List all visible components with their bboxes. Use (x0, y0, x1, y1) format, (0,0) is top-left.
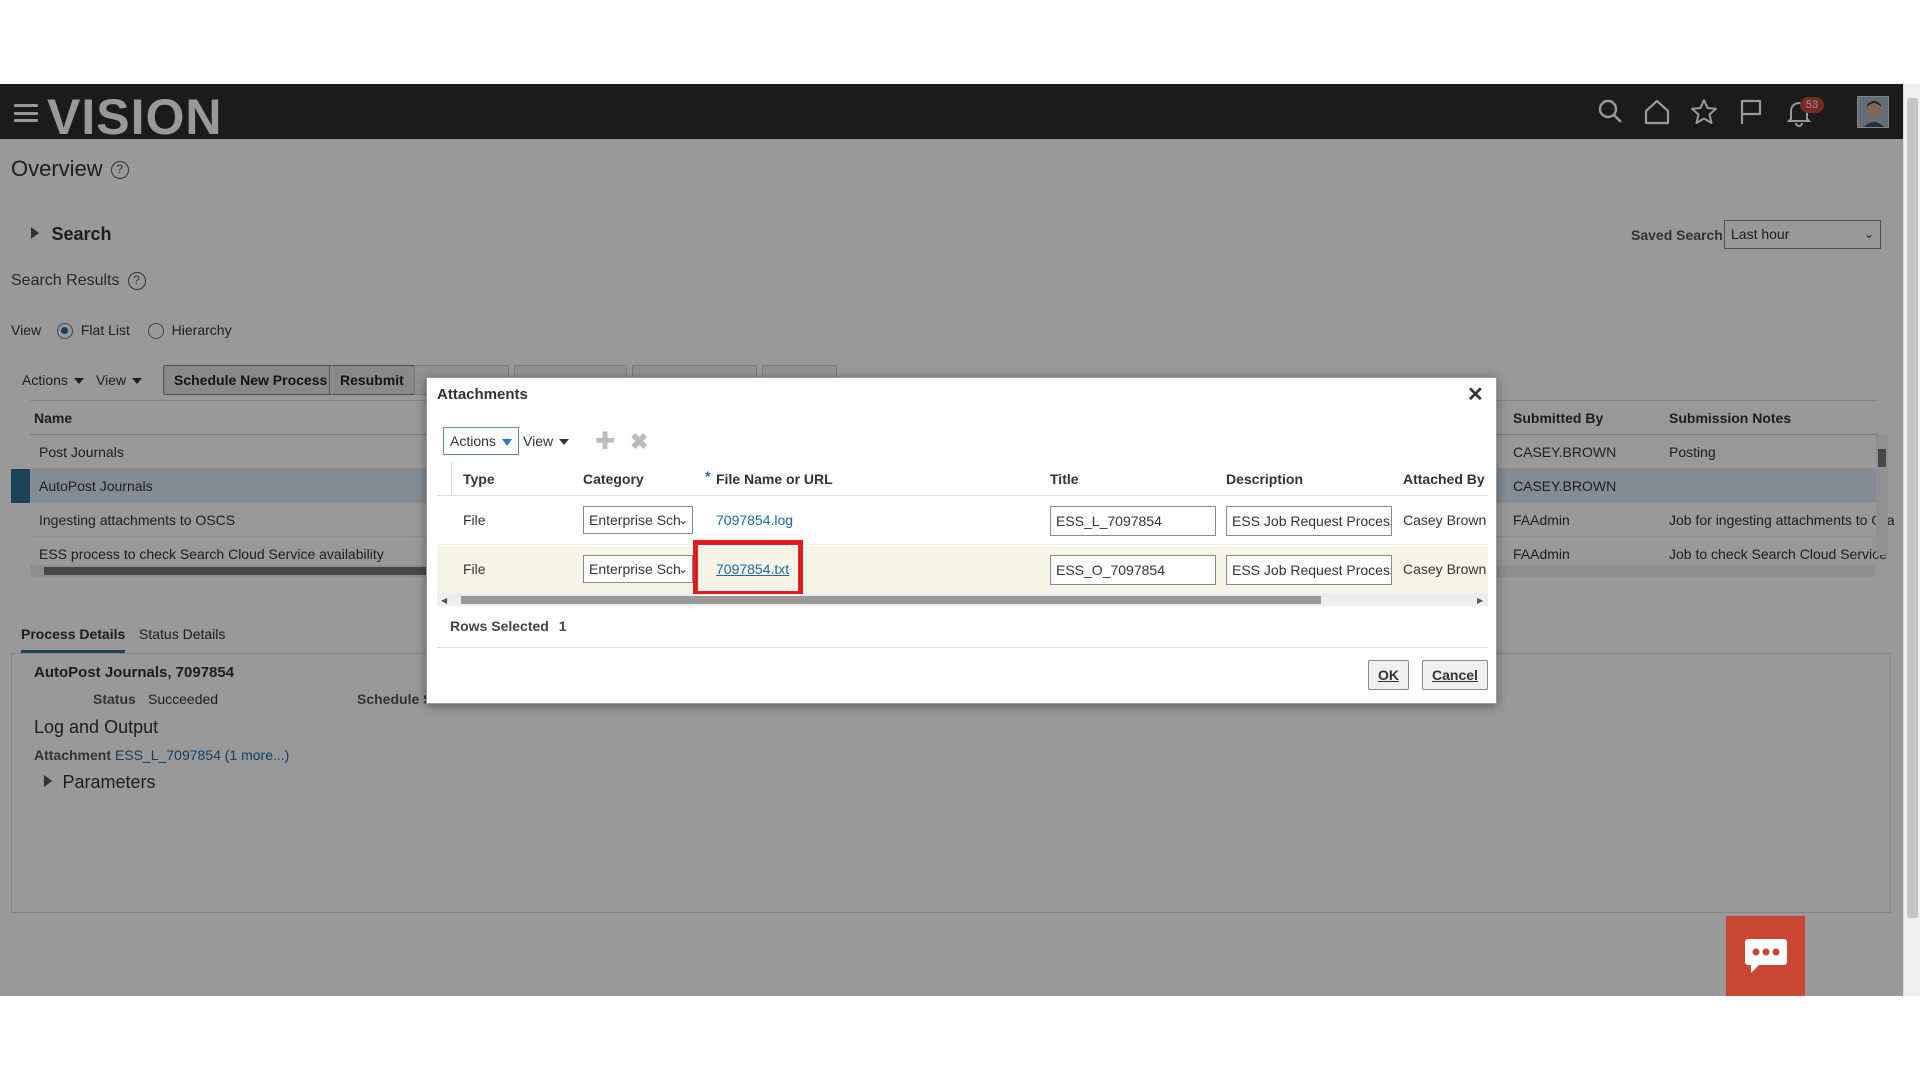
column-divider (451, 462, 452, 496)
dialog-actions-label: Actions (450, 433, 496, 449)
title-input[interactable]: ESS_L_7097854 (1050, 506, 1216, 536)
attachment-row[interactable]: File Enterprise Sch ⌄ 7097854.log ESS_L_7… (437, 497, 1488, 545)
highlight-box (693, 540, 803, 596)
category-select[interactable]: Enterprise Sch ⌄ (583, 506, 693, 534)
chevron-down-icon: ⌄ (677, 513, 688, 527)
cancel-button[interactable]: Cancel (1422, 660, 1488, 690)
rows-selected-value: 1 (558, 618, 567, 634)
chat-button[interactable] (1726, 916, 1805, 996)
attachments-dialog: Attachments ✕ Actions View ✚ ✖ Type Cate… (426, 377, 1497, 704)
category-select[interactable]: Enterprise Sch ⌄ (583, 555, 693, 583)
category-value: Enterprise Sch (589, 512, 681, 528)
scroll-thumb[interactable] (461, 596, 1321, 604)
chat-icon (1745, 939, 1787, 973)
column-header-description: Description (1226, 471, 1304, 487)
description-input[interactable]: ESS Job Request Process (1226, 555, 1392, 585)
title-input[interactable]: ESS_O_7097854 (1050, 555, 1216, 585)
attachments-table: Type Category * File Name or URL Title D… (437, 462, 1488, 594)
dialog-horizontal-scrollbar[interactable]: ◀ ▶ (437, 594, 1488, 606)
attachment-type: File (463, 561, 486, 577)
attachment-row-selected[interactable]: File Enterprise Sch ⌄ 7097854.txt ESS_O_7… (437, 546, 1488, 594)
required-marker: * (705, 468, 711, 484)
close-icon[interactable]: ✕ (1467, 382, 1484, 407)
delete-icon[interactable]: ✖ (630, 429, 648, 455)
ok-button[interactable]: OK (1368, 660, 1409, 690)
dialog-view-label: View (523, 433, 554, 449)
page-scrollbar[interactable] (1903, 84, 1920, 996)
rows-selected-label: Rows Selected (450, 618, 549, 634)
attachment-type: File (463, 512, 486, 528)
description-input[interactable]: ESS Job Request Process (1226, 506, 1392, 536)
page-scroll-thumb[interactable] (1907, 98, 1918, 918)
column-header-file: File Name or URL (716, 471, 833, 487)
rows-selected: Rows Selected 1 (450, 618, 567, 634)
caret-down-icon (501, 438, 512, 446)
dialog-title: Attachments (437, 386, 528, 403)
scroll-right-icon[interactable]: ▶ (1477, 596, 1483, 605)
attached-by: Casey Brown (1403, 561, 1487, 577)
attachments-table-header: Type Category * File Name or URL Title D… (437, 462, 1488, 496)
file-link[interactable]: 7097854.log (716, 512, 793, 528)
chevron-down-icon: ⌄ (677, 562, 688, 576)
scroll-left-icon[interactable]: ◀ (441, 596, 447, 605)
column-header-category: Category (583, 471, 644, 487)
caret-down-icon (559, 439, 570, 446)
column-header-attached-by: Attached By (1403, 471, 1485, 487)
category-value: Enterprise Sch (589, 561, 681, 577)
column-header-type: Type (463, 471, 495, 487)
column-header-title: Title (1050, 471, 1079, 487)
dialog-view-menu[interactable]: View (523, 433, 570, 449)
dialog-actions-menu[interactable]: Actions (443, 427, 519, 455)
divider (437, 647, 1488, 648)
add-icon[interactable]: ✚ (595, 427, 615, 456)
attached-by: Casey Brown (1403, 512, 1487, 528)
